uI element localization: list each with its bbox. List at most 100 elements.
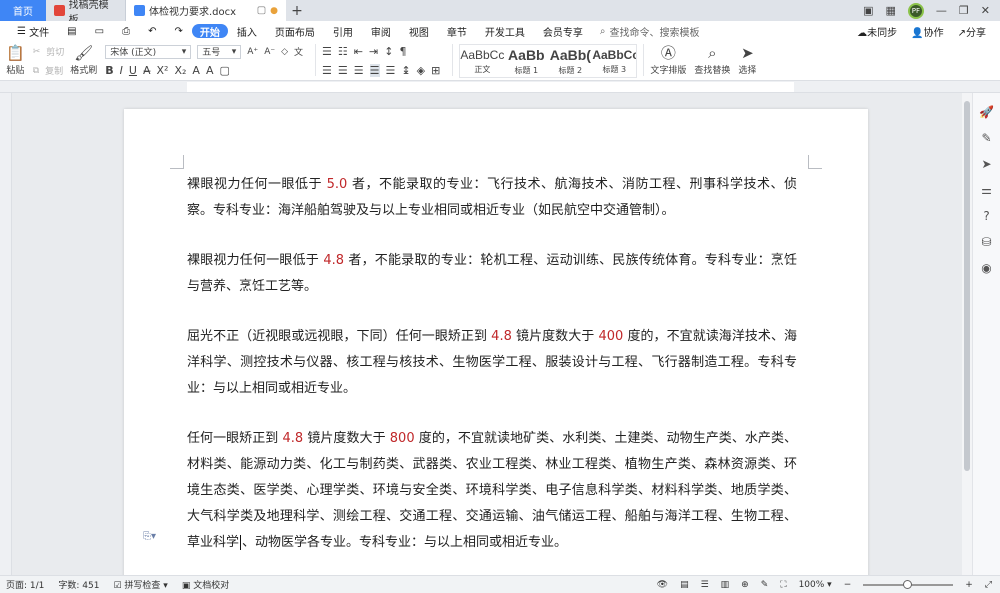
- font-color-icon[interactable]: A: [206, 64, 214, 77]
- paragraph-3[interactable]: 屈光不正（近视眼或远视眼，下同）任何一眼矫正到 4.8 镜片度数大于 400 度…: [187, 324, 797, 402]
- clear-format-icon[interactable]: ◇: [281, 47, 288, 57]
- bold-icon[interactable]: B: [105, 64, 113, 77]
- menu-review[interactable]: 审阅: [362, 21, 400, 41]
- style-heading-1[interactable]: AaBb 标题 1: [504, 45, 548, 77]
- italic-icon[interactable]: I: [120, 64, 123, 77]
- outline-view-icon[interactable]: ☰: [701, 580, 709, 590]
- copy-button[interactable]: ⧉ 复制: [33, 63, 65, 78]
- paragraph-1[interactable]: 裸眼视力任何一眼低于 5.0 者，不能录取的专业：飞行技术、航海技术、消防工程、…: [187, 172, 797, 224]
- select-button[interactable]: ➤ 选择: [738, 44, 756, 77]
- proofread-button[interactable]: ▣ 文档校对: [182, 578, 229, 591]
- write-view-icon[interactable]: ✎: [761, 580, 769, 590]
- style-normal[interactable]: AaBbCc 正文: [460, 45, 504, 77]
- outdent-icon[interactable]: ⇤: [354, 45, 363, 58]
- grid-icon[interactable]: ▦: [886, 4, 896, 17]
- cut-button[interactable]: ✂ 剪切: [33, 44, 65, 59]
- find-replace-button[interactable]: ⌕ 查找替换: [694, 44, 730, 77]
- pinyin-icon[interactable]: 文: [294, 45, 303, 58]
- eye-icon[interactable]: 👁: [657, 580, 668, 590]
- numbered-list-icon[interactable]: ☷: [338, 45, 348, 58]
- avatar[interactable]: PF: [907, 2, 924, 19]
- menu-section[interactable]: 章节: [438, 21, 476, 41]
- font-name-select[interactable]: 宋体 (正文) ▾: [105, 44, 192, 59]
- scrollbar-thumb[interactable]: [964, 101, 970, 471]
- help-icon[interactable]: ?: [983, 209, 989, 223]
- paste-button[interactable]: 📋 粘贴: [6, 44, 25, 77]
- menu-references[interactable]: 引用: [324, 21, 362, 41]
- font-size-select[interactable]: 五号 ▾: [197, 44, 242, 59]
- tab-close-icon[interactable]: ▢: [257, 5, 266, 16]
- sort-icon[interactable]: ↕: [384, 45, 393, 58]
- zoom-out-icon[interactable]: −: [844, 580, 852, 590]
- layout-icon[interactable]: ▣: [863, 4, 873, 17]
- vertical-scrollbar[interactable]: [962, 93, 972, 575]
- align-left-icon[interactable]: ☰: [322, 64, 332, 77]
- borders-icon[interactable]: ⊞: [431, 64, 440, 77]
- web-view-icon[interactable]: ⊕: [741, 580, 749, 590]
- paragraph-handle-icon[interactable]: ⎘▾: [143, 531, 156, 542]
- undo-icon[interactable]: ↶: [139, 21, 165, 41]
- paragraph-4[interactable]: 任何一眼矫正到 4.8 镜片度数大于 800 度的，不宜就读地矿类、水利类、土建…: [187, 426, 797, 556]
- vertical-ruler[interactable]: [0, 93, 12, 575]
- zoom-select[interactable]: 100% ▾: [799, 580, 832, 590]
- horizontal-ruler[interactable]: [0, 81, 1000, 93]
- shading-icon[interactable]: ◈: [417, 64, 425, 77]
- zoom-slider[interactable]: [863, 579, 954, 589]
- align-center-icon[interactable]: ☰: [338, 64, 348, 77]
- tab-template[interactable]: 找稿壳模板: [46, 0, 126, 26]
- menu-file[interactable]: ☰ 文件: [8, 21, 58, 41]
- superscript-icon[interactable]: X²: [157, 64, 169, 77]
- menu-home[interactable]: 开始: [191, 24, 228, 39]
- minimize-icon[interactable]: —: [936, 4, 947, 17]
- menu-insert[interactable]: 插入: [228, 21, 266, 41]
- style-heading-3[interactable]: AaBbCc 标题 3: [592, 45, 636, 77]
- menu-view[interactable]: 视图: [400, 21, 438, 41]
- shrink-font-icon[interactable]: A⁻: [264, 47, 275, 57]
- bullet-list-icon[interactable]: ☰: [322, 45, 332, 58]
- location-icon[interactable]: ◉: [981, 261, 991, 275]
- word-count[interactable]: 字数: 451: [58, 578, 99, 591]
- open-icon[interactable]: ▭: [86, 21, 113, 41]
- zoom-in-icon[interactable]: +: [965, 580, 973, 590]
- share-button[interactable]: ↗分享: [958, 24, 986, 39]
- fullscreen-icon[interactable]: ⤢: [985, 580, 992, 590]
- tab-home[interactable]: 首页: [0, 0, 46, 21]
- sync-button[interactable]: ☁未同步: [857, 24, 897, 39]
- menu-layout[interactable]: 页面布局: [266, 21, 324, 41]
- align-right-icon[interactable]: ☰: [354, 64, 364, 77]
- backup-icon[interactable]: ⛁: [981, 235, 991, 249]
- rocket-icon[interactable]: 🚀: [979, 105, 994, 119]
- highlight-icon[interactable]: A: [192, 64, 200, 77]
- sliders-icon[interactable]: ⚌: [981, 183, 992, 197]
- new-tab-icon[interactable]: +: [286, 0, 308, 21]
- strikethrough-icon[interactable]: A̶: [143, 64, 151, 77]
- spell-check-button[interactable]: ☑ 拼写检查 ▾: [113, 578, 167, 591]
- text-layout-button[interactable]: Ⓐ 文字排版: [650, 44, 686, 77]
- style-heading-2[interactable]: AaBb(标题 2: [548, 45, 592, 77]
- close-window-icon[interactable]: ✕: [981, 4, 990, 17]
- subscript-icon[interactable]: X₂: [174, 64, 186, 77]
- justify-icon[interactable]: ☰: [369, 64, 380, 77]
- print-icon[interactable]: ⎙: [113, 21, 139, 41]
- document-body[interactable]: 裸眼视力任何一眼低于 5.0 者，不能录取的专业：飞行技术、航海技术、消防工程、…: [187, 172, 797, 575]
- menu-developer[interactable]: 开发工具: [476, 21, 534, 41]
- grow-font-icon[interactable]: A⁺: [247, 47, 258, 57]
- paragraph-2[interactable]: 裸眼视力任何一眼低于 4.8 者，不能录取的专业：轮机工程、运动训练、民族传统体…: [187, 248, 797, 300]
- distribute-icon[interactable]: ☰: [386, 64, 396, 77]
- pointer-icon[interactable]: ➤: [981, 157, 991, 171]
- document-page[interactable]: 裸眼视力任何一眼低于 5.0 者，不能录取的专业：飞行技术、航海技术、消防工程、…: [124, 109, 868, 575]
- redo-icon[interactable]: ↷: [165, 21, 191, 41]
- menu-member[interactable]: 会员专享: [534, 21, 592, 41]
- fit-icon[interactable]: ⛶: [780, 580, 786, 590]
- char-border-icon[interactable]: ▢: [219, 64, 229, 77]
- tab-document[interactable]: 体检视力要求.docx ▢ ●: [126, 0, 286, 21]
- indent-icon[interactable]: ⇥: [369, 45, 378, 58]
- command-search[interactable]: ⌕ 查找命令、搜索模板: [600, 24, 700, 39]
- page-view-icon[interactable]: ▤: [680, 580, 689, 590]
- save-icon[interactable]: ▤: [58, 21, 85, 41]
- format-painter-button[interactable]: 🖌 格式刷: [70, 44, 97, 77]
- read-view-icon[interactable]: ▥: [721, 580, 730, 590]
- line-spacing-icon[interactable]: ↨: [401, 64, 410, 77]
- pen-icon[interactable]: ✎: [981, 131, 991, 145]
- restore-icon[interactable]: ❐: [959, 4, 969, 17]
